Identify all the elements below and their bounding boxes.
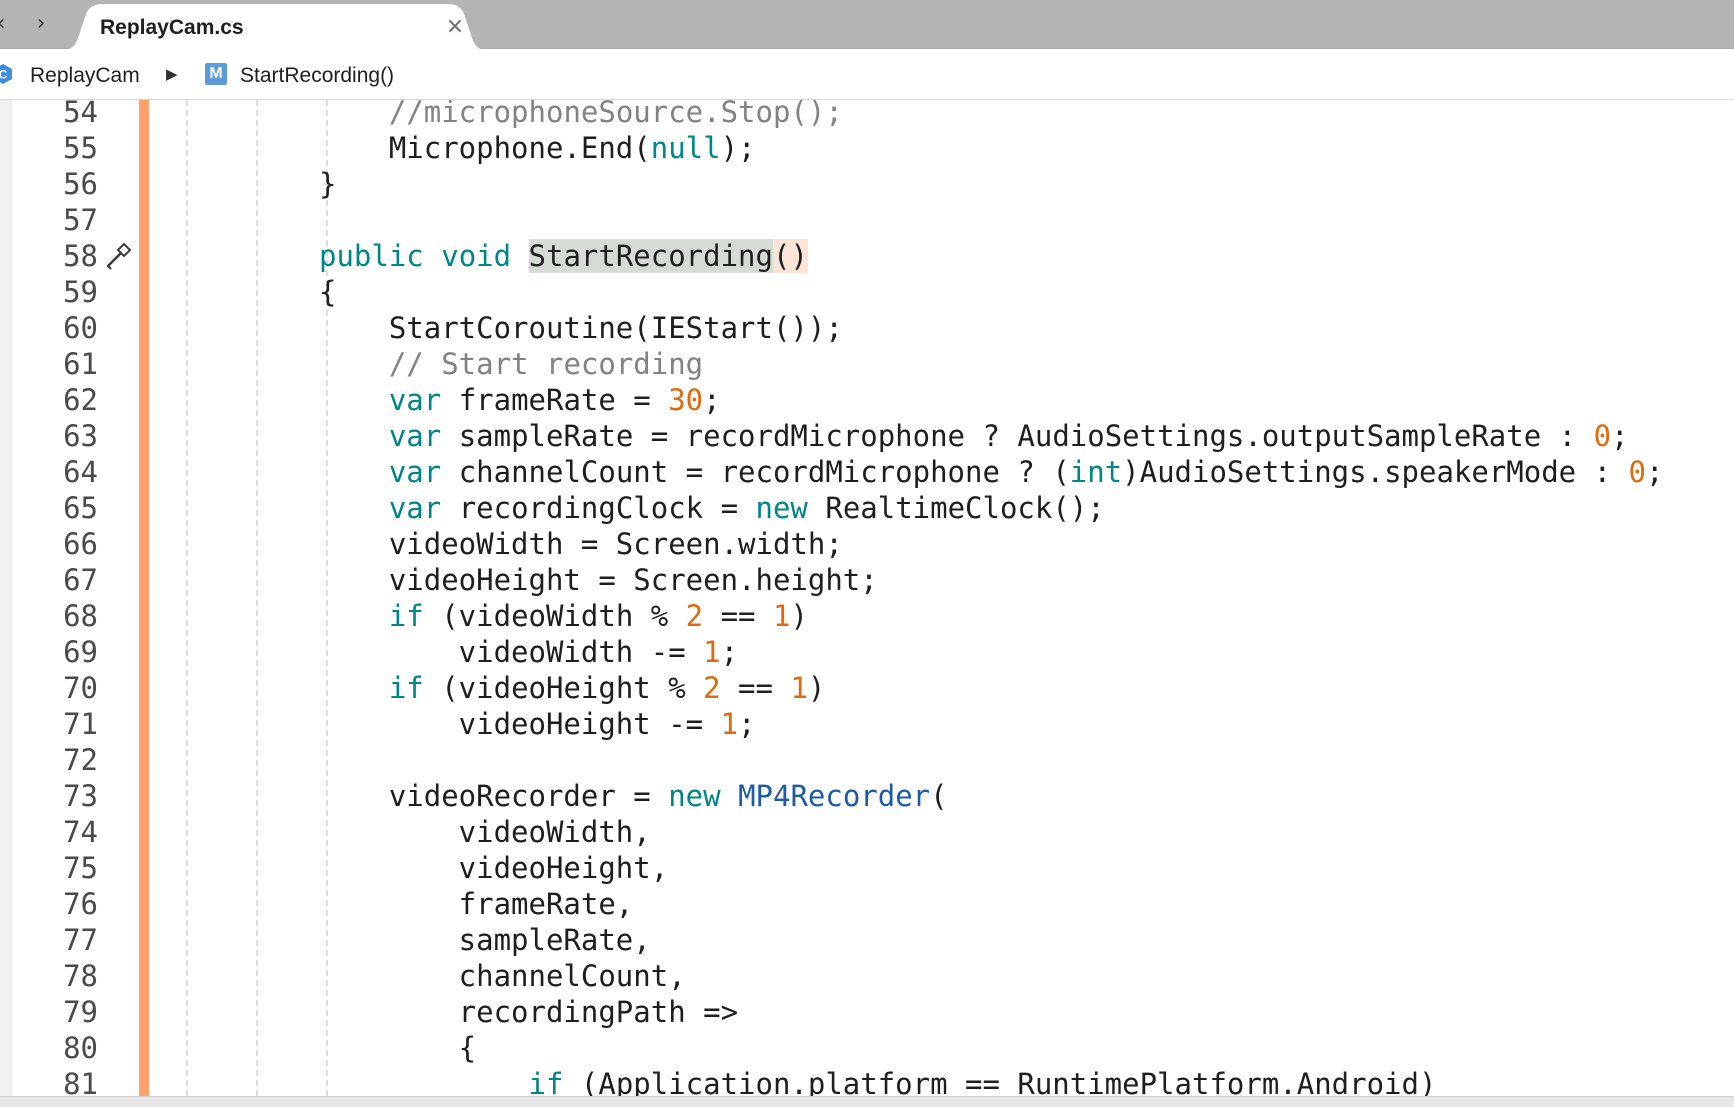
svg-text:C: C bbox=[0, 68, 8, 82]
code-line[interactable]: 66 videoWidth = Screen.width; bbox=[0, 526, 1734, 562]
code-text: StartCoroutine(IEStart()); bbox=[319, 311, 843, 345]
breadcrumb: C ReplayCam ▶ M StartRecording() bbox=[0, 49, 1734, 100]
code-line[interactable]: 70 if (videoHeight % 2 == 1) bbox=[0, 670, 1734, 706]
code-line[interactable]: 74 videoWidth, bbox=[0, 814, 1734, 850]
code-line[interactable]: 59 { bbox=[0, 274, 1734, 310]
line-number: 54 bbox=[63, 100, 98, 129]
close-icon[interactable]: × bbox=[442, 14, 468, 40]
code-line[interactable]: 61 // Start recording bbox=[0, 346, 1734, 382]
line-number: 78 bbox=[63, 959, 98, 993]
class-icon: C bbox=[0, 64, 12, 84]
line-number: 62 bbox=[63, 383, 98, 417]
code-line[interactable]: 78 channelCount, bbox=[0, 958, 1734, 994]
code-line[interactable]: 65 var recordingClock = new RealtimeCloc… bbox=[0, 490, 1734, 526]
code-line[interactable]: 62 var frameRate = 30; bbox=[0, 382, 1734, 418]
line-number: 64 bbox=[63, 455, 98, 489]
code-line[interactable]: 64 var channelCount = recordMicrophone ?… bbox=[0, 454, 1734, 490]
code-text: videoHeight, bbox=[319, 851, 669, 885]
current-method-highlight: StartRecording bbox=[528, 239, 773, 273]
line-number: 73 bbox=[63, 779, 98, 813]
tab-title: ReplayCam.cs bbox=[100, 16, 244, 39]
line-number: 68 bbox=[63, 599, 98, 633]
code-text: if (videoHeight % 2 == 1) bbox=[388, 671, 826, 705]
back-arrow-icon[interactable]: ‹ bbox=[0, 6, 16, 42]
code-text: { bbox=[319, 1031, 477, 1065]
code-text: //microphoneSource.Stop(); bbox=[388, 100, 843, 129]
code-text: videoHeight -= 1; bbox=[319, 707, 756, 741]
line-number: 77 bbox=[63, 923, 98, 957]
code-line[interactable]: 71 videoHeight -= 1; bbox=[0, 706, 1734, 742]
code-text: sampleRate, bbox=[319, 923, 651, 957]
breadcrumb-class[interactable]: ReplayCam bbox=[30, 64, 140, 88]
code-text: recordingPath => bbox=[319, 995, 739, 1029]
code-text: public void StartRecording() bbox=[319, 239, 808, 273]
code-line[interactable]: 57 bbox=[0, 202, 1734, 238]
line-number: 76 bbox=[63, 887, 98, 921]
line-number: 59 bbox=[63, 275, 98, 309]
code-line[interactable]: 60 StartCoroutine(IEStart()); bbox=[0, 310, 1734, 346]
breadcrumb-method[interactable]: StartRecording() bbox=[240, 64, 394, 88]
line-number: 66 bbox=[63, 527, 98, 561]
code-text: var channelCount = recordMicrophone ? (i… bbox=[388, 455, 1664, 489]
code-line[interactable]: 72 bbox=[0, 742, 1734, 778]
code-text: frameRate, bbox=[319, 887, 634, 921]
line-number: 70 bbox=[63, 671, 98, 705]
line-number: 74 bbox=[63, 815, 98, 849]
line-number: 57 bbox=[63, 203, 98, 237]
line-number: 67 bbox=[63, 563, 98, 597]
tab-replaycam-cs[interactable]: ReplayCam.cs × bbox=[64, 4, 486, 50]
code-line[interactable]: 63 var sampleRate = recordMicrophone ? A… bbox=[0, 418, 1734, 454]
line-number: 61 bbox=[63, 347, 98, 381]
line-number: 55 bbox=[63, 131, 98, 165]
breadcrumb-separator-icon: ▶ bbox=[166, 65, 178, 83]
code-line[interactable]: 69 videoWidth -= 1; bbox=[0, 634, 1734, 670]
line-number: 80 bbox=[63, 1031, 98, 1065]
code-text: { bbox=[319, 275, 337, 309]
code-line[interactable]: 55 Microphone.End(null); bbox=[0, 130, 1734, 166]
line-number: 63 bbox=[63, 419, 98, 453]
code-text: Microphone.End(null); bbox=[319, 131, 756, 165]
code-line[interactable]: 81 if (Application.platform == RuntimePl… bbox=[0, 1066, 1734, 1096]
code-text: } bbox=[319, 167, 337, 201]
horizontal-scrollbar[interactable] bbox=[0, 1096, 1734, 1107]
line-number: 60 bbox=[63, 311, 98, 345]
code-line[interactable]: 77 sampleRate, bbox=[0, 922, 1734, 958]
line-number: 75 bbox=[63, 851, 98, 885]
code-text: videoWidth -= 1; bbox=[319, 635, 739, 669]
code-line[interactable]: 79 recordingPath => bbox=[0, 994, 1734, 1030]
code-text: var frameRate = 30; bbox=[388, 383, 721, 417]
tab-bar: ‹ › ReplayCam.cs × bbox=[0, 0, 1734, 50]
code-line[interactable]: 75 videoHeight, bbox=[0, 850, 1734, 886]
line-number: 58 bbox=[63, 239, 98, 273]
line-number: 65 bbox=[63, 491, 98, 525]
code-line[interactable]: 58 public void StartRecording() bbox=[0, 238, 1734, 274]
code-line[interactable]: 68 if (videoWidth % 2 == 1) bbox=[0, 598, 1734, 634]
line-number: 72 bbox=[63, 743, 98, 777]
code-text: var recordingClock = new RealtimeClock()… bbox=[388, 491, 1105, 525]
code-text: videoWidth = Screen.width; bbox=[319, 527, 843, 561]
code-text: // Start recording bbox=[388, 347, 704, 381]
code-text: channelCount, bbox=[319, 959, 686, 993]
code-text: videoHeight = Screen.height; bbox=[319, 563, 878, 597]
forward-arrow-icon[interactable]: › bbox=[26, 6, 56, 42]
line-number: 81 bbox=[63, 1067, 98, 1096]
hammer-icon[interactable] bbox=[104, 242, 132, 270]
code-line[interactable]: 56} bbox=[0, 166, 1734, 202]
code-text: var sampleRate = recordMicrophone ? Audi… bbox=[388, 419, 1629, 453]
code-text: if (Application.platform == RuntimePlatf… bbox=[528, 1067, 1437, 1096]
code-line[interactable]: 54 //microphoneSource.Stop(); bbox=[0, 100, 1734, 130]
code-editor[interactable]: 54 //microphoneSource.Stop(); 55 Micropho… bbox=[0, 100, 1734, 1096]
code-line[interactable]: 67 videoHeight = Screen.height; bbox=[0, 562, 1734, 598]
code-line[interactable]: 73 videoRecorder = new MP4Recorder( bbox=[0, 778, 1734, 814]
line-number: 69 bbox=[63, 635, 98, 669]
line-number: 71 bbox=[63, 707, 98, 741]
code-line[interactable]: 80 { bbox=[0, 1030, 1734, 1066]
code-text: videoRecorder = new MP4Recorder( bbox=[319, 779, 948, 813]
method-icon: M bbox=[205, 63, 227, 85]
code-text: videoWidth, bbox=[319, 815, 651, 849]
line-number: 56 bbox=[63, 167, 98, 201]
code-text: if (videoWidth % 2 == 1) bbox=[388, 599, 808, 633]
code-line[interactable]: 76 frameRate, bbox=[0, 886, 1734, 922]
line-number: 79 bbox=[63, 995, 98, 1029]
